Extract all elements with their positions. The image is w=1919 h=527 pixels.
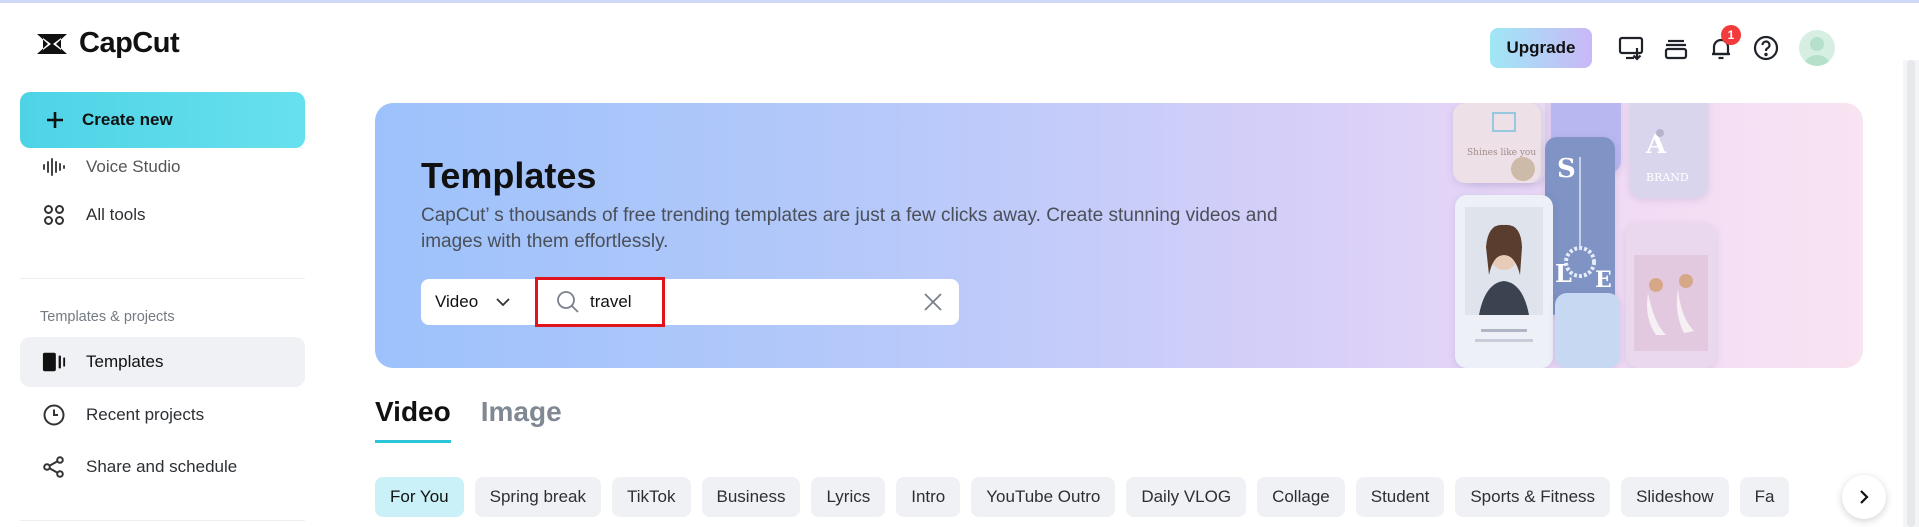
sidebar-item-label: All tools <box>86 205 146 224</box>
waveform-icon <box>42 155 66 179</box>
chip-daily-vlog[interactable]: Daily VLOG <box>1126 477 1247 517</box>
scrollbar-thumb[interactable] <box>1907 60 1915 527</box>
capcut-logo-icon <box>37 33 67 54</box>
help-icon[interactable] <box>1750 32 1782 64</box>
bell-icon[interactable]: 1 <box>1705 25 1741 64</box>
search-highlight-box <box>535 277 665 327</box>
sidebar-item-recent-projects[interactable]: Recent projects <box>20 390 305 440</box>
preview-card: A BRAND <box>1630 103 1708 198</box>
notification-badge: 1 <box>1721 25 1741 45</box>
clock-icon <box>42 403 66 427</box>
page-title: Templates <box>421 155 597 196</box>
sidebar-item-label: Templates <box>86 352 164 371</box>
plus-icon <box>47 112 63 128</box>
chevron-right-icon <box>1860 490 1869 504</box>
page-scrollbar[interactable] <box>1903 60 1919 527</box>
type-dropdown-value: Video <box>435 292 479 311</box>
sidebar-divider <box>20 520 305 521</box>
collage-text: E <box>1595 267 1612 293</box>
sidebar-divider <box>20 278 305 279</box>
chip-spring-break[interactable]: Spring break <box>474 477 601 517</box>
upgrade-button[interactable]: Upgrade <box>1490 28 1592 68</box>
collage-text: Shines like you <box>1467 148 1536 158</box>
chip-for-you[interactable]: For You <box>375 477 464 517</box>
sidebar-item-templates[interactable]: Templates <box>20 337 305 387</box>
preview-card <box>1626 223 1716 368</box>
desktop-download-icon[interactable] <box>1615 32 1647 64</box>
collage-text: L <box>1555 259 1572 288</box>
chip-student[interactable]: Student <box>1355 477 1445 517</box>
create-new-label: Create new <box>82 110 173 129</box>
collage-text: S <box>1557 154 1576 184</box>
capcut-logo[interactable]: CapCut <box>35 27 180 60</box>
chip-intro[interactable]: Intro <box>896 477 961 517</box>
sidebar: Create new Voice Studio All tools Templa… <box>0 90 320 527</box>
search-bar: Video <box>421 279 959 325</box>
create-new-button[interactable]: Create new <box>20 92 305 148</box>
sidebar-section-title: Templates & projects <box>40 309 175 325</box>
stack-icon[interactable] <box>1660 32 1692 64</box>
tab-video[interactable]: Video <box>375 396 451 443</box>
sidebar-item-all-tools[interactable]: All tools <box>20 190 305 240</box>
chip-sports-fitness[interactable]: Sports & Fitness <box>1455 477 1611 517</box>
chip-business[interactable]: Business <box>701 477 801 517</box>
clear-icon[interactable] <box>923 292 943 317</box>
chip-collage[interactable]: Collage <box>1257 477 1345 517</box>
banner-description: CapCut’ s thousands of free trending tem… <box>421 205 1278 252</box>
tab-image[interactable]: Image <box>481 396 562 443</box>
header-actions: Upgrade 1 <box>1419 0 1919 95</box>
templates-icon <box>42 350 66 374</box>
sidebar-item-share-and-schedule[interactable]: Share and schedule <box>20 442 305 492</box>
sidebar-item-voice-studio[interactable]: Voice Studio <box>20 147 305 187</box>
chip-tiktok[interactable]: TikTok <box>612 477 691 517</box>
chip-youtube-outro[interactable]: YouTube Outro <box>971 477 1116 517</box>
chips-next-button[interactable] <box>1842 475 1886 519</box>
category-chips: For You Spring break TikTok Business Lyr… <box>375 477 1845 517</box>
preview-card: S L E <box>1545 137 1615 315</box>
app-name: CapCut <box>79 27 180 59</box>
avatar[interactable] <box>1799 30 1835 66</box>
chip-lyrics[interactable]: Lyrics <box>811 477 886 517</box>
share-icon <box>42 455 66 479</box>
template-preview-collage: Shines like you S L E A BRAND <box>1443 103 1863 368</box>
collage-text: BRAND <box>1646 171 1689 184</box>
chip-partial[interactable]: Fa <box>1739 477 1790 517</box>
preview-card <box>1455 195 1553 368</box>
grid-icon <box>42 203 66 227</box>
chevron-down-icon <box>496 297 510 306</box>
sidebar-item-label: Voice Studio <box>86 157 181 176</box>
preview-card: Shines like you <box>1453 103 1541 183</box>
sidebar-item-label: Share and schedule <box>86 457 238 476</box>
templates-banner: Templates CapCut’ s thousands of free tr… <box>375 103 1863 368</box>
media-type-tabs: Video Image <box>375 396 562 443</box>
sidebar-item-label: Recent projects <box>86 405 205 424</box>
preview-card <box>1555 293 1620 368</box>
type-dropdown[interactable]: Video <box>421 279 531 325</box>
chip-slideshow[interactable]: Slideshow <box>1621 477 1729 517</box>
